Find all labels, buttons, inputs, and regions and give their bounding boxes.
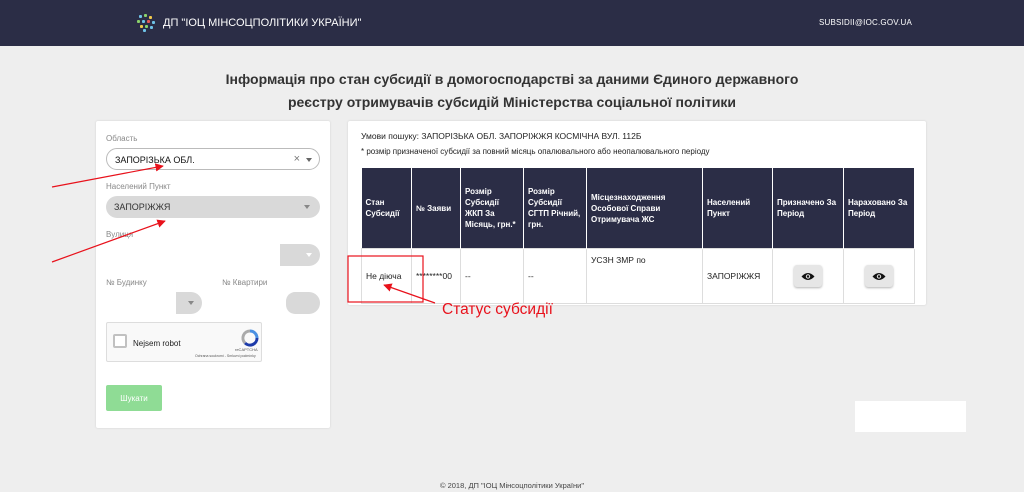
annotation-overlay: [51, 163, 436, 304]
annotation-arrow-status: [383, 283, 436, 304]
annotation-label: Статус субсидії: [442, 301, 553, 318]
annotation-arrow-city: [51, 219, 166, 263]
footer: © 2018, ДП "ІОЦ Мінсоцполітики України": [439, 481, 584, 490]
annotation-arrow-region: [51, 163, 164, 188]
